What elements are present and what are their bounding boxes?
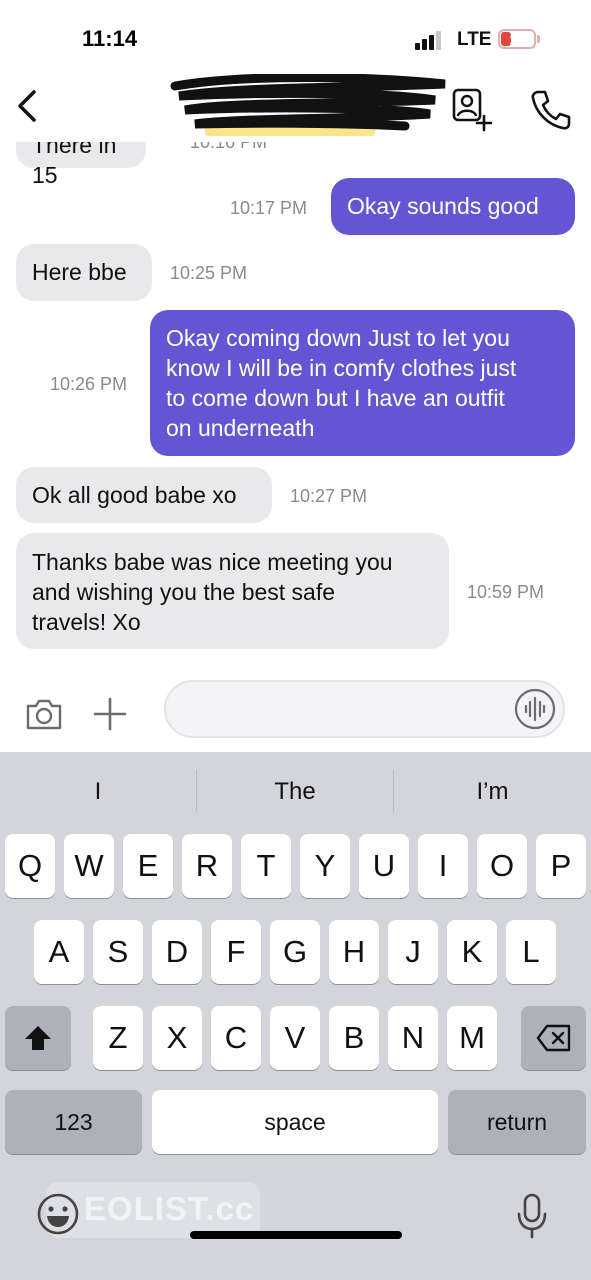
message-line: to come down but I have an outfit <box>166 385 505 411</box>
message-text: Here bbe <box>32 259 127 285</box>
message-line: travels! Xo <box>32 609 141 635</box>
key-p[interactable]: P <box>536 834 586 898</box>
key-c[interactable]: C <box>211 1006 261 1070</box>
space-key[interactable]: space <box>152 1090 438 1154</box>
status-bar: 11:14 LTE 16 <box>0 0 591 80</box>
status-time: 11:14 <box>82 26 138 51</box>
voice-waveform-icon[interactable] <box>514 688 556 730</box>
key-l[interactable]: L <box>506 920 556 984</box>
message-bubble-incoming[interactable]: Here bbe <box>16 244 152 301</box>
message-time: 10:59 PM <box>467 582 545 602</box>
message-bubble-outgoing[interactable]: Okay sounds good <box>331 178 575 235</box>
camera-icon[interactable] <box>24 696 64 732</box>
message-composer <box>0 670 591 752</box>
cellular-signal-icon <box>415 30 445 50</box>
message-line: Thanks babe was nice meeting you <box>32 549 393 575</box>
key-i[interactable]: I <box>418 834 468 898</box>
message-line: and wishing you the best safe <box>32 579 336 605</box>
message-time: 10:26 PM <box>50 374 128 394</box>
key-x[interactable]: X <box>152 1006 202 1070</box>
message-text: There in 15 <box>32 142 117 188</box>
message-bubble-incoming[interactable]: There in 15 <box>16 142 146 188</box>
key-a[interactable]: A <box>34 920 84 984</box>
message-time: 10:25 PM <box>170 263 248 283</box>
battery-icon: 16 <box>498 29 536 49</box>
plus-icon[interactable] <box>92 696 128 732</box>
message-time: 10:17 PM <box>230 198 308 218</box>
key-z[interactable]: Z <box>93 1006 143 1070</box>
message-line: know I will be in comfy clothes just <box>166 355 517 381</box>
network-type: LTE <box>457 29 492 50</box>
return-key[interactable]: return <box>448 1090 586 1154</box>
key-d[interactable]: D <box>152 920 202 984</box>
message-time: 10:16 PM <box>190 142 268 152</box>
key-u[interactable]: U <box>359 834 409 898</box>
contact-name-redacted[interactable] <box>165 74 455 138</box>
key-f[interactable]: F <box>211 920 261 984</box>
delete-key[interactable] <box>521 1006 586 1070</box>
key-o[interactable]: O <box>477 834 527 898</box>
key-t[interactable]: T <box>241 834 291 898</box>
suggestion-1[interactable]: I <box>0 772 196 812</box>
add-contact-icon[interactable] <box>446 86 494 132</box>
message-text: Ok all good babe xo <box>32 482 237 508</box>
message-line: Okay coming down Just to let you <box>166 325 510 351</box>
suggestion-2[interactable]: The <box>197 772 393 812</box>
suggestion-3[interactable]: I’m <box>394 772 591 812</box>
battery-nub <box>537 35 540 43</box>
microphone-icon[interactable] <box>512 1192 552 1240</box>
key-s[interactable]: S <box>93 920 143 984</box>
key-r[interactable]: R <box>182 834 232 898</box>
message-bubble-incoming[interactable]: Thanks babe was nice meeting you and wis… <box>16 533 449 649</box>
key-h[interactable]: H <box>329 920 379 984</box>
key-j[interactable]: J <box>388 920 438 984</box>
numbers-key[interactable]: 123 <box>5 1090 142 1154</box>
delete-icon <box>536 1024 570 1052</box>
message-text: Okay sounds good <box>347 193 539 219</box>
key-n[interactable]: N <box>388 1006 438 1070</box>
message-line: on underneath <box>166 415 315 441</box>
key-k[interactable]: K <box>447 920 497 984</box>
emoji-icon[interactable] <box>36 1192 80 1236</box>
message-bubble-incoming[interactable]: Ok all good babe xo <box>16 467 272 523</box>
key-w[interactable]: W <box>64 834 114 898</box>
watermark-text: EOLIST.cc <box>84 1190 255 1227</box>
key-b[interactable]: B <box>329 1006 379 1070</box>
key-m[interactable]: M <box>447 1006 497 1070</box>
phone-icon[interactable] <box>528 86 574 132</box>
key-q[interactable]: Q <box>5 834 55 898</box>
message-time: 10:27 PM <box>290 486 368 506</box>
message-bubble-outgoing[interactable]: Okay coming down Just to let you know I … <box>150 310 575 456</box>
keyboard: I The I’m Q W E R T Y U I O P A S D F G … <box>0 752 591 1280</box>
key-g[interactable]: G <box>270 920 320 984</box>
key-e[interactable]: E <box>123 834 173 898</box>
back-chevron-icon[interactable] <box>10 86 44 126</box>
message-thread: There in 15 10:16 PM 10:17 PM Okay sound… <box>0 142 591 670</box>
battery-level: 16 <box>509 31 525 47</box>
home-indicator <box>190 1231 402 1239</box>
conversation-header <box>0 70 591 142</box>
key-y[interactable]: Y <box>300 834 350 898</box>
shift-key[interactable] <box>5 1006 71 1070</box>
message-input[interactable] <box>164 680 565 738</box>
shift-icon <box>25 1026 51 1050</box>
key-v[interactable]: V <box>270 1006 320 1070</box>
